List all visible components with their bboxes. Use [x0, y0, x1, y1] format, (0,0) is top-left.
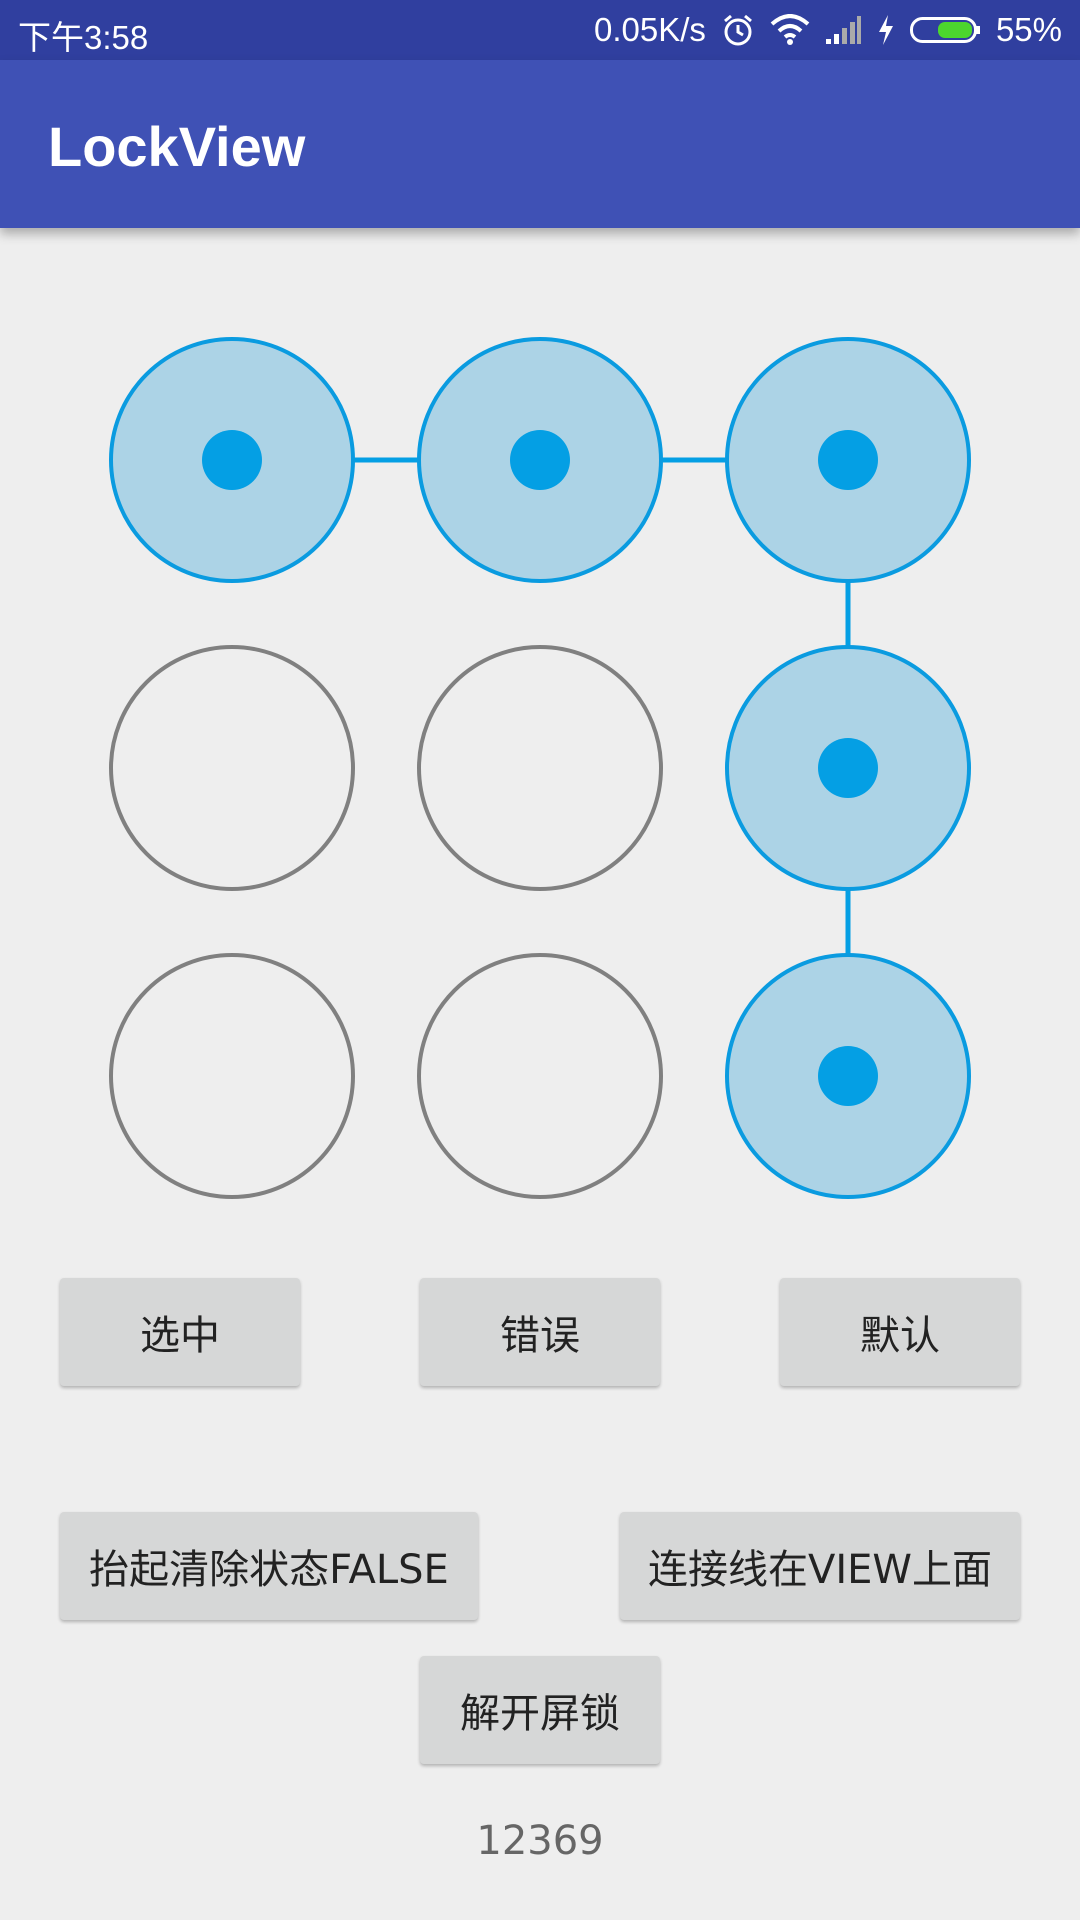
lock-node-dot: [818, 738, 878, 798]
lock-node-5[interactable]: [417, 645, 663, 891]
lock-node-4[interactable]: [109, 645, 355, 891]
lock-node-ring: [109, 953, 355, 1199]
lock-node-ring: [417, 645, 663, 891]
lock-node-2[interactable]: [417, 337, 663, 583]
clear-on-release-button[interactable]: 抬起清除状态FALSE: [60, 1512, 478, 1620]
selected-button[interactable]: 选中: [60, 1278, 300, 1386]
lock-node-9[interactable]: [725, 953, 971, 1199]
lock-node-3[interactable]: [725, 337, 971, 583]
lock-node-1[interactable]: [109, 337, 355, 583]
line-above-view-button[interactable]: 连接线在VIEW上面: [620, 1512, 1020, 1620]
lock-node-ring: [109, 645, 355, 891]
unlock-button[interactable]: 解开屏锁: [420, 1656, 660, 1764]
lock-node-dot: [818, 430, 878, 490]
error-button[interactable]: 错误: [420, 1278, 660, 1386]
lock-node-dot: [202, 430, 262, 490]
password-text: 12369: [476, 1818, 604, 1864]
lock-node-dot: [510, 430, 570, 490]
lock-node-6[interactable]: [725, 645, 971, 891]
lock-node-ring: [417, 953, 663, 1199]
lock-node-dot: [818, 1046, 878, 1106]
lock-node-7[interactable]: [109, 953, 355, 1199]
lock-pattern-view[interactable]: [0, 0, 1080, 1260]
lock-node-8[interactable]: [417, 953, 663, 1199]
default-button[interactable]: 默认: [780, 1278, 1020, 1386]
